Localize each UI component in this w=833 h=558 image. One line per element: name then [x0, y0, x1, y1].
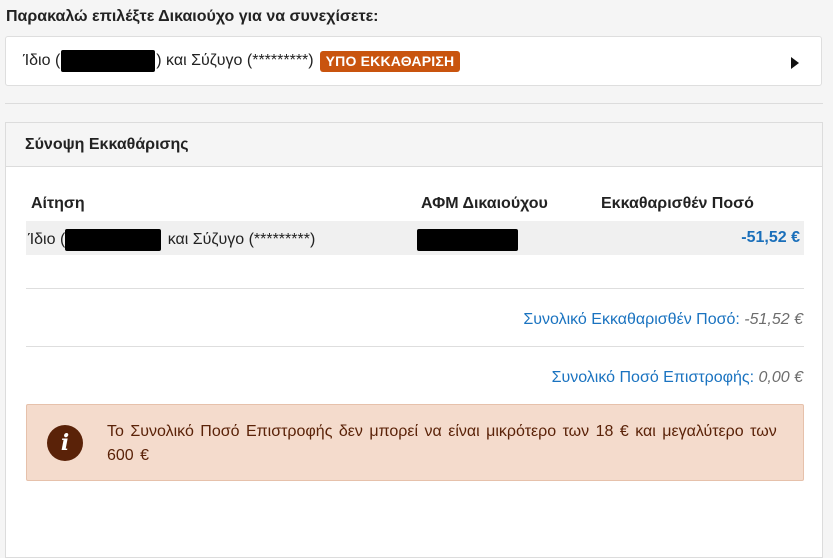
beneficiary-prefix: Ίδιο ( — [23, 52, 61, 69]
table-row: Ίδιο ( και Σύζυγο (*********) -51,52 € — [26, 221, 804, 255]
total-settled: Συνολικό Εκκαθαρισθέν Ποσό: -51,52 € — [523, 311, 803, 329]
header-application: Αίτηση — [31, 195, 85, 212]
header-tax-id: ΑΦΜ Δικαιούχου — [421, 195, 548, 212]
divider — [26, 346, 804, 347]
header-amount: Εκκαθαρισθέν Ποσό — [601, 195, 754, 212]
total-refund: Συνολικό Ποσό Επιστροφής: 0,00 € — [552, 369, 803, 387]
row-tax-id — [417, 229, 518, 251]
row-application: Ίδιο ( και Σύζυγο (*********) — [28, 229, 315, 251]
info-alert: i Το Συνολικό Ποσό Επιστροφής δεν μπορεί… — [26, 404, 804, 481]
divider — [26, 288, 804, 289]
beneficiary-selector[interactable]: Ίδιο ( ) και Σύζυγο (*********) ΥΠΟ ΕΚΚΑΘ… — [5, 36, 822, 86]
redacted-tax-id — [417, 229, 518, 251]
total-refund-value: 0,00 € — [758, 369, 803, 386]
total-settled-value: -51,52 € — [744, 311, 803, 328]
beneficiary-suffix: ) και Σύζυγο (*********) — [156, 52, 314, 69]
redacted-name — [65, 229, 162, 251]
total-refund-label: Συνολικό Ποσό Επιστροφής: — [551, 369, 755, 386]
summary-panel: Σύνοψη Εκκαθάρισης Αίτηση ΑΦΜ Δικαιούχου… — [5, 122, 823, 558]
alert-message: Το Συνολικό Ποσό Επιστροφής δεν μπορεί ν… — [107, 423, 777, 464]
redacted-name — [61, 50, 156, 72]
chevron-right-icon[interactable] — [791, 57, 799, 69]
info-icon: i — [47, 425, 83, 461]
row-prefix: Ίδιο ( — [28, 231, 66, 249]
divider — [5, 103, 823, 104]
prompt-heading: Παρακαλώ επιλέξτε Δικαιούχο για να συνεχ… — [6, 8, 379, 25]
status-badge: ΥΠΟ ΕΚΚΑΘΑΡΙΣΗ — [319, 50, 461, 72]
panel-title: Σύνοψη Εκκαθάρισης — [6, 123, 822, 167]
total-settled-label: Συνολικό Εκκαθαρισθέν Ποσό: — [523, 311, 740, 328]
row-amount: -51,52 € — [741, 229, 800, 246]
row-suffix: και Σύζυγο (*********) — [163, 231, 316, 249]
